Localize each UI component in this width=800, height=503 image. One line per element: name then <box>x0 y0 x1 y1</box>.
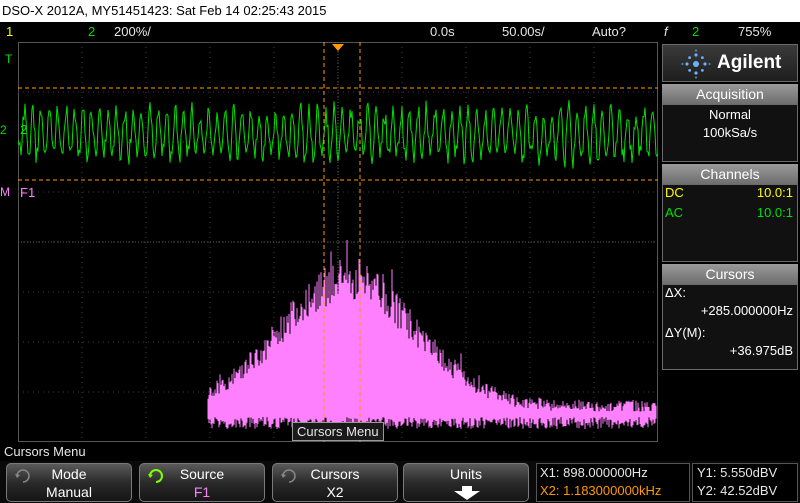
channel-1-coupling: DC <box>665 185 684 200</box>
waveform-display[interactable]: 2 F1 <box>18 42 658 442</box>
time-scale: 50.00s/ <box>502 24 545 39</box>
units-softkey[interactable]: Units <box>403 463 529 502</box>
trigger-source: 2 <box>692 24 700 39</box>
cursor-y2-value: Y2: 42.52dBV <box>697 483 778 498</box>
channels-panel: DC 10.0:1 AC 10.0:1 <box>662 184 798 262</box>
channel-2-ground-marker[interactable]: 2 <box>0 123 7 137</box>
info-sidebar: Agilent Acquisition Normal 100kSa/s Chan… <box>660 44 800 442</box>
window-title: DSO-X 2012A, MY51451423: Sat Feb 14 02:2… <box>0 0 800 22</box>
math-ground-marker[interactable]: M <box>0 185 10 199</box>
acquisition-panel: Normal 100kSa/s <box>662 104 798 162</box>
acquisition-rate: 100kSa/s <box>702 125 758 140</box>
source-softkey[interactable]: Source F1 <box>139 463 265 502</box>
cursors-softkey[interactable]: Cursors X2 <box>272 463 398 502</box>
cursor-x2-value: X2: 1.183000000kHz <box>540 483 662 498</box>
cursors-softkey-label: Cursors <box>310 466 360 482</box>
trigger-mode: Auto? <box>592 24 626 39</box>
channel-2-indicator[interactable]: 2 <box>88 22 95 42</box>
channel-1-probe: 10.0:1 <box>756 185 793 200</box>
mode-softkey-value: Manual <box>46 484 92 500</box>
cursors-menu-tooltip: Cursors Menu <box>292 422 384 441</box>
channel-2-scale: 200%/ <box>114 24 151 39</box>
delta-y-label: ΔY(M): <box>665 325 706 340</box>
agilent-spark-icon <box>681 49 711 79</box>
cursor-y1-value: Y1: 5.550dBV <box>697 465 778 480</box>
cursors-panel: ΔX: +285.000000Hz ΔY(M): +36.975dB <box>662 284 798 370</box>
cursors-header[interactable]: Cursors <box>662 264 798 284</box>
agilent-logo: Agilent <box>662 44 798 82</box>
status-bar: 1 2 200%/ 0.0s 50.00s/ Auto? f 2 755% <box>0 22 800 42</box>
acquisition-header[interactable]: Acquisition <box>662 84 798 104</box>
trigger-edge-icon: f <box>664 24 668 39</box>
units-softkey-label: Units <box>450 466 482 482</box>
cursor-y-readout: Y1: 5.550dBV Y2: 42.52dBV <box>692 463 798 502</box>
delta-x-value: +285.000000Hz <box>700 303 793 318</box>
channel-2-coupling: AC <box>665 205 684 220</box>
channel-2-label: 2 <box>20 122 28 137</box>
cursor-x1-value: X1: 898.000000Hz <box>540 465 648 480</box>
channels-header[interactable]: Channels <box>662 164 798 184</box>
mode-softkey[interactable]: Mode Manual <box>6 463 132 502</box>
source-softkey-label: Source <box>179 466 225 482</box>
softkey-bar: Mode Manual Source F1 Cursors X2 Units X… <box>0 461 800 503</box>
acquisition-mode: Normal <box>709 107 751 122</box>
trigger-level: 755% <box>738 24 772 39</box>
mode-softkey-label: Mode <box>51 466 87 482</box>
delta-x-label: ΔX: <box>665 285 686 300</box>
delta-y-value: +36.975dB <box>729 343 793 358</box>
cursor-x-readout: X1: 898.000000Hz X2: 1.183000000kHz <box>536 463 690 502</box>
logo-text: Agilent <box>717 52 782 73</box>
softkey-menu-title: Cursors Menu <box>0 443 800 461</box>
trigger-marker: T <box>5 52 13 66</box>
cursors-softkey-value: X2 <box>326 484 344 500</box>
time-offset: 0.0s <box>430 24 455 39</box>
channel-1-indicator[interactable]: 1 <box>6 22 13 42</box>
down-arrow-icon <box>454 486 480 500</box>
math-f1-label: F1 <box>20 185 36 200</box>
source-softkey-value: F1 <box>193 484 211 500</box>
waveform-svg <box>18 42 658 442</box>
channel-2-probe: 10.0:1 <box>756 205 793 220</box>
